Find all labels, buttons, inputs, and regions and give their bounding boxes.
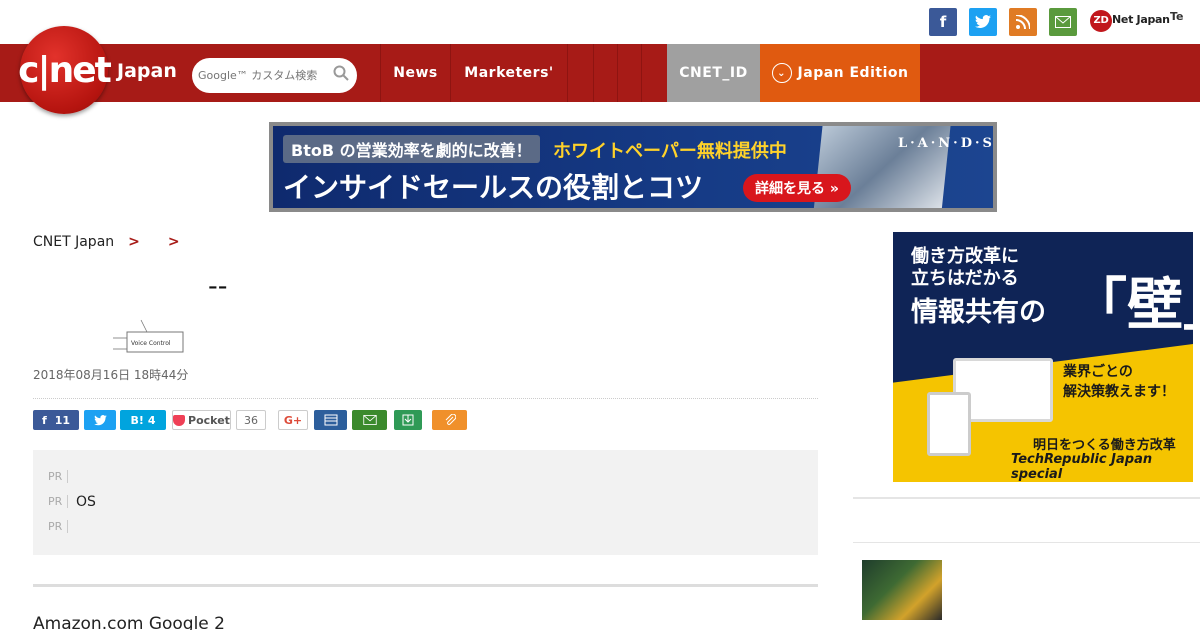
ad-line-3: 情報共有の — [911, 297, 1046, 328]
pr-link[interactable]: PR — [33, 464, 818, 489]
nav-japan-edition[interactable]: ⌄ Japan Edition — [760, 44, 920, 102]
nav-marketers[interactable]: Marketers' — [450, 44, 567, 102]
ad-tablet-illustration — [927, 392, 971, 456]
article-thumbnail[interactable]: Voice Control — [113, 316, 187, 360]
print-button[interactable] — [314, 410, 347, 430]
search-icon[interactable] — [333, 65, 349, 81]
rss-icon[interactable] — [1009, 8, 1037, 36]
top-social-bar: f ZD Net Japan Te — [0, 0, 1200, 44]
breadcrumb-separator: > — [167, 234, 180, 250]
twitter-icon — [93, 414, 107, 425]
article-date: 2018年08月16日 18時44分 — [33, 368, 189, 382]
mail-icon — [362, 415, 377, 425]
mail-share-button[interactable] — [352, 410, 387, 430]
facebook-share-button[interactable]: f 11 — [33, 410, 79, 430]
nav-news[interactable]: News — [380, 44, 450, 102]
breadcrumb-home[interactable]: CNET Japan — [33, 234, 114, 250]
download-icon — [402, 414, 414, 426]
hatena-bookmark-button[interactable]: B! 4 — [120, 410, 166, 430]
techrepublic-logo[interactable]: Te — [1170, 10, 1184, 23]
search-box — [192, 58, 357, 93]
nav-divider — [641, 44, 667, 102]
print-icon — [324, 414, 337, 426]
ad-special: TechRepublic Japan special — [1011, 452, 1153, 482]
article-body: Amazon.com Google 2 — [33, 614, 225, 630]
ad-wall: 「壁」 — [1071, 272, 1193, 338]
banner-tag: BtoB の営業効率を劇的に改善！ — [283, 135, 540, 163]
thumb-label: Voice Control — [131, 340, 171, 347]
nav-item-4[interactable] — [593, 44, 617, 102]
pr-link[interactable]: PR OS — [33, 489, 818, 514]
sidebar-ad[interactable]: 働き方改革に立ちはだかる 情報共有の 「壁」 業界ごとの解決策教えます！ 明日を… — [893, 232, 1193, 482]
pr-links-box: PR PR OS PR — [33, 450, 818, 555]
banner-details-button[interactable]: 詳細を見る » — [743, 174, 851, 202]
ad-tagline: 明日をつくる働き方改革 — [1033, 438, 1176, 453]
divider — [33, 398, 818, 399]
breadcrumb: CNET Japan > > — [33, 234, 194, 250]
divider — [853, 497, 1200, 499]
mail-icon[interactable] — [1049, 8, 1077, 36]
breadcrumb-separator: > — [128, 234, 140, 250]
banner-whitepaper: ホワイトペーパー無料提供中 — [553, 141, 787, 162]
ad-line-1: 働き方改革に 立ちはだかる — [911, 246, 1019, 289]
sidebar-item-thumbnail[interactable] — [862, 560, 942, 620]
article-title: -- — [208, 271, 228, 302]
edition-label: Japan Edition — [797, 65, 909, 81]
pocket-button[interactable]: Pocket — [172, 410, 231, 430]
banner-brand: L·A·N·D·S·C·A·P·E — [898, 136, 995, 151]
zdnet-japan-logo[interactable]: ZD Net Japan — [1090, 10, 1170, 32]
divider — [33, 584, 818, 587]
cnet-logo-japan[interactable]: Japan — [117, 60, 177, 82]
twitter-share-button[interactable] — [84, 410, 116, 430]
nav-item-5[interactable] — [617, 44, 641, 102]
clip-button[interactable] — [432, 410, 467, 430]
cnet-logo[interactable]: c|net — [18, 26, 112, 114]
ad-industry: 業界ごとの 解決策教えます！ — [1063, 364, 1175, 400]
nav-item-3[interactable] — [567, 44, 593, 102]
paperclip-icon — [445, 414, 456, 425]
chevron-down-icon: ⌄ — [771, 63, 792, 83]
pocket-count: 36 — [236, 410, 266, 430]
pocket-icon — [173, 414, 186, 426]
banner-ad[interactable]: BtoB の営業効率を劇的に改善！ ホワイトペーパー無料提供中 インサイドセール… — [269, 122, 997, 212]
save-button[interactable] — [394, 410, 422, 430]
banner-headline: インサイドセールスの役割とコツ — [283, 171, 704, 204]
facebook-icon[interactable]: f — [929, 8, 957, 36]
pr-link[interactable]: PR — [33, 514, 818, 539]
twitter-icon[interactable] — [969, 8, 997, 36]
search-input[interactable] — [198, 69, 328, 82]
google-plus-button[interactable]: G+ — [278, 410, 308, 430]
facebook-icon: f — [41, 413, 47, 427]
divider — [853, 542, 1200, 543]
nav-cnet-id[interactable]: CNET_ID — [667, 44, 760, 102]
